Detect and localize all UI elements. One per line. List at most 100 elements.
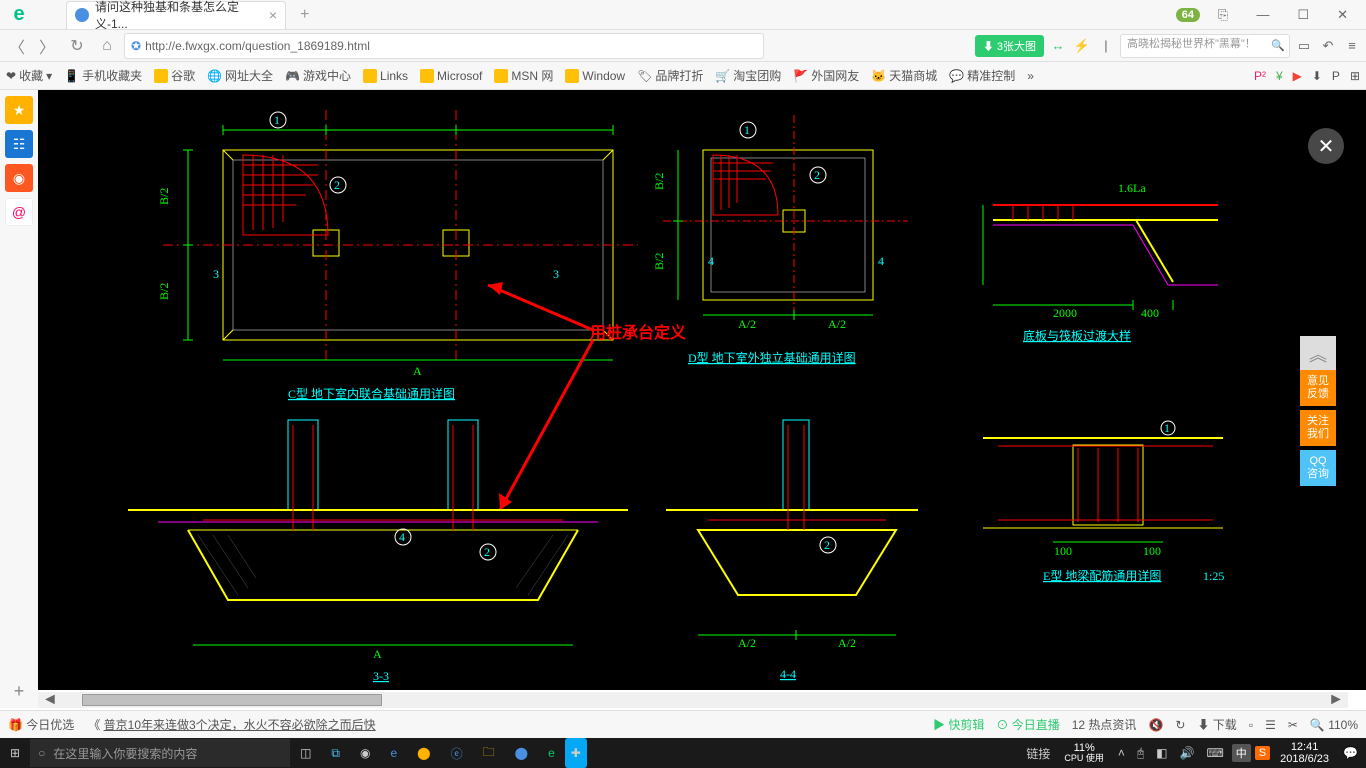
- clip-button[interactable]: ▶ 快剪辑: [933, 716, 984, 733]
- search-input[interactable]: 高晓松揭秘世界杯"黑幕"！ 🔍: [1120, 34, 1290, 58]
- taskbar-app-icon[interactable]: ✚: [565, 738, 587, 768]
- search-icon[interactable]: 🔍: [1271, 39, 1285, 52]
- taskbar-app-icon[interactable]: ⬤: [505, 738, 538, 768]
- zoom-indicator[interactable]: 🔍 110%: [1310, 718, 1358, 732]
- bookmark-item[interactable]: 🎮 游戏中心: [285, 67, 351, 84]
- tray-ime[interactable]: 中: [1232, 744, 1251, 762]
- taskbar-app-icon[interactable]: ◉: [350, 738, 380, 768]
- sidebar-news-icon[interactable]: ☷: [5, 130, 33, 158]
- window-maximize-icon[interactable]: ☐: [1287, 3, 1319, 27]
- menu-icon[interactable]: ≡: [1342, 36, 1362, 56]
- ext-icon[interactable]: Ρ: [1332, 69, 1340, 83]
- bookmark-item[interactable]: 🏷 品牌打折: [637, 67, 703, 84]
- hot-news-button[interactable]: 12 热点资讯: [1072, 716, 1137, 733]
- bookmark-item[interactable]: Links: [363, 69, 408, 83]
- capture-icon[interactable]: ✂: [1288, 718, 1298, 732]
- tray-sogou-icon[interactable]: S: [1255, 746, 1270, 760]
- tray-link[interactable]: 链接: [1022, 745, 1054, 762]
- restore-icon[interactable]: ↻: [1175, 718, 1185, 732]
- sidebar-weibo-icon[interactable]: ◉: [5, 164, 33, 192]
- bookmarks-bar: ❤ 收藏 ▾ 📱 手机收藏夹 谷歌 🌐 网址大全 🎮 游戏中心 Links Mi…: [0, 62, 1366, 90]
- tray-battery-icon[interactable]: 🖰: [1133, 746, 1148, 761]
- download-button[interactable]: ⬇ 下载: [1197, 716, 1236, 733]
- bookmark-item[interactable]: 🛒 淘宝团购: [715, 67, 781, 84]
- today-select[interactable]: 🎁 今日优选: [8, 716, 74, 733]
- taskbar-search-input[interactable]: ○ 在这里输入你要搜索的内容: [30, 739, 290, 767]
- bookmark-item[interactable]: 谷歌: [154, 67, 195, 84]
- url-input[interactable]: ✪ http://e.fwxgx.com/question_1869189.ht…: [124, 33, 764, 59]
- share-icon[interactable]: ↔: [1048, 36, 1068, 56]
- tray-clock[interactable]: 12:412018/6/23: [1274, 741, 1335, 765]
- bookmark-fav[interactable]: ❤ 收藏 ▾: [6, 67, 52, 84]
- start-button[interactable]: ⊞: [0, 738, 30, 768]
- bookmark-mobile[interactable]: 📱 手机收藏夹: [64, 67, 142, 84]
- image-count-pill[interactable]: ⬇ 3张大图: [975, 35, 1044, 57]
- undo-icon[interactable]: ↶: [1318, 36, 1338, 56]
- tray-chevron-icon[interactable]: ˄: [1114, 746, 1129, 760]
- tray-notifications-icon[interactable]: 💬: [1339, 746, 1362, 760]
- browser-tab[interactable]: 请问这种独基和条基怎么定义-1... ×: [66, 1, 286, 29]
- tray-volume-icon[interactable]: 🔊: [1175, 746, 1198, 760]
- cad-drawing-viewport[interactable]: 1 2 B/2 B/2 A 3 3 C型 地下室内联合基础通用详图 B/2 B/…: [38, 90, 1366, 690]
- taskbar-app-icon[interactable]: ⬤: [407, 738, 440, 768]
- scroll-to-top-button[interactable]: ︽: [1300, 336, 1336, 372]
- taskbar-edge-icon[interactable]: e: [380, 738, 407, 768]
- bookmark-item[interactable]: Microsof: [420, 69, 482, 83]
- svg-text:A: A: [413, 364, 422, 378]
- reader-mode-icon[interactable]: ▭: [1294, 36, 1314, 56]
- sidebar-favorite-icon[interactable]: ★: [5, 96, 33, 124]
- pip-icon[interactable]: ▫: [1249, 718, 1253, 732]
- new-tab-button[interactable]: +: [294, 4, 315, 26]
- speed-icon[interactable]: ⚡: [1072, 36, 1092, 56]
- taskbar-app-icon[interactable]: ⧉: [321, 738, 350, 768]
- ext-icon[interactable]: ⬇: [1312, 69, 1322, 83]
- ext-icon[interactable]: ¥: [1276, 69, 1283, 83]
- sidebar-add-icon[interactable]: +: [14, 681, 25, 702]
- sidebar-icon[interactable]: ☰: [1265, 718, 1276, 732]
- divider: |: [1096, 36, 1116, 56]
- browser-logo-icon[interactable]: e: [0, 0, 38, 30]
- svg-text:1: 1: [274, 113, 280, 127]
- ext-icon[interactable]: ⊞: [1350, 69, 1360, 83]
- image-overlay-close-icon[interactable]: ✕: [1308, 128, 1344, 164]
- window-close-icon[interactable]: ✕: [1327, 3, 1358, 27]
- task-view-icon[interactable]: ◫: [290, 738, 321, 768]
- svg-text:4: 4: [399, 530, 405, 544]
- svg-text:2: 2: [814, 168, 820, 182]
- taskbar-ie-icon[interactable]: ⓔ: [441, 738, 473, 768]
- scrollbar-thumb[interactable]: [82, 694, 382, 706]
- bookmark-item[interactable]: Window: [565, 69, 625, 83]
- nav-forward-icon[interactable]: 〉: [34, 33, 60, 59]
- bookmark-item[interactable]: 💬 精准控制: [949, 67, 1015, 84]
- tray-network-icon[interactable]: ◧: [1152, 746, 1171, 760]
- ext-icon[interactable]: ▶: [1293, 69, 1302, 83]
- bookmark-item[interactable]: 🚩 外国网友: [793, 67, 859, 84]
- live-button[interactable]: ⊙ 今日直播: [996, 716, 1059, 733]
- taskbar-explorer-icon[interactable]: 🗀: [473, 738, 505, 768]
- nav-home-icon[interactable]: ⌂: [94, 33, 120, 59]
- svg-text:A/2: A/2: [738, 317, 756, 331]
- nav-back-icon[interactable]: 〈: [4, 33, 30, 59]
- sidebar-at-icon[interactable]: @: [5, 198, 33, 226]
- bookmark-item[interactable]: 🐱 天猫商城: [871, 67, 937, 84]
- window-minimize-icon[interactable]: —: [1246, 3, 1279, 26]
- news-ticker[interactable]: 《 普京10年来连做3个决定，水火不容必欲除之而后快: [88, 716, 375, 733]
- tab-close-icon[interactable]: ×: [269, 7, 277, 23]
- bookmark-item[interactable]: 🌐 网址大全: [207, 67, 273, 84]
- horizontal-scrollbar[interactable]: ◄ ►: [38, 692, 1348, 708]
- bookmark-more-icon[interactable]: »: [1027, 69, 1034, 83]
- tray-keyboard-icon[interactable]: ⌨: [1202, 746, 1227, 760]
- bookmark-item[interactable]: MSN 网: [494, 67, 553, 84]
- feedback-button[interactable]: 意见 反馈: [1300, 370, 1336, 406]
- extension-badge[interactable]: 64: [1176, 8, 1200, 22]
- window-feedback-icon[interactable]: ⎘: [1208, 3, 1238, 27]
- mute-icon[interactable]: 🔇: [1148, 718, 1163, 732]
- cad-c-title: C型 地下室内联合基础通用详图: [288, 386, 455, 401]
- ext-icon[interactable]: Ρ²: [1254, 69, 1266, 83]
- nav-reload-icon[interactable]: ↻: [64, 33, 90, 59]
- qq-consult-button[interactable]: QQ 咨询: [1300, 450, 1336, 486]
- tab-favicon-icon: [75, 8, 89, 22]
- follow-us-button[interactable]: 关注 我们: [1300, 410, 1336, 446]
- taskbar-360-icon[interactable]: e: [538, 738, 565, 768]
- tray-cpu[interactable]: 11%CPU 使用: [1058, 742, 1110, 764]
